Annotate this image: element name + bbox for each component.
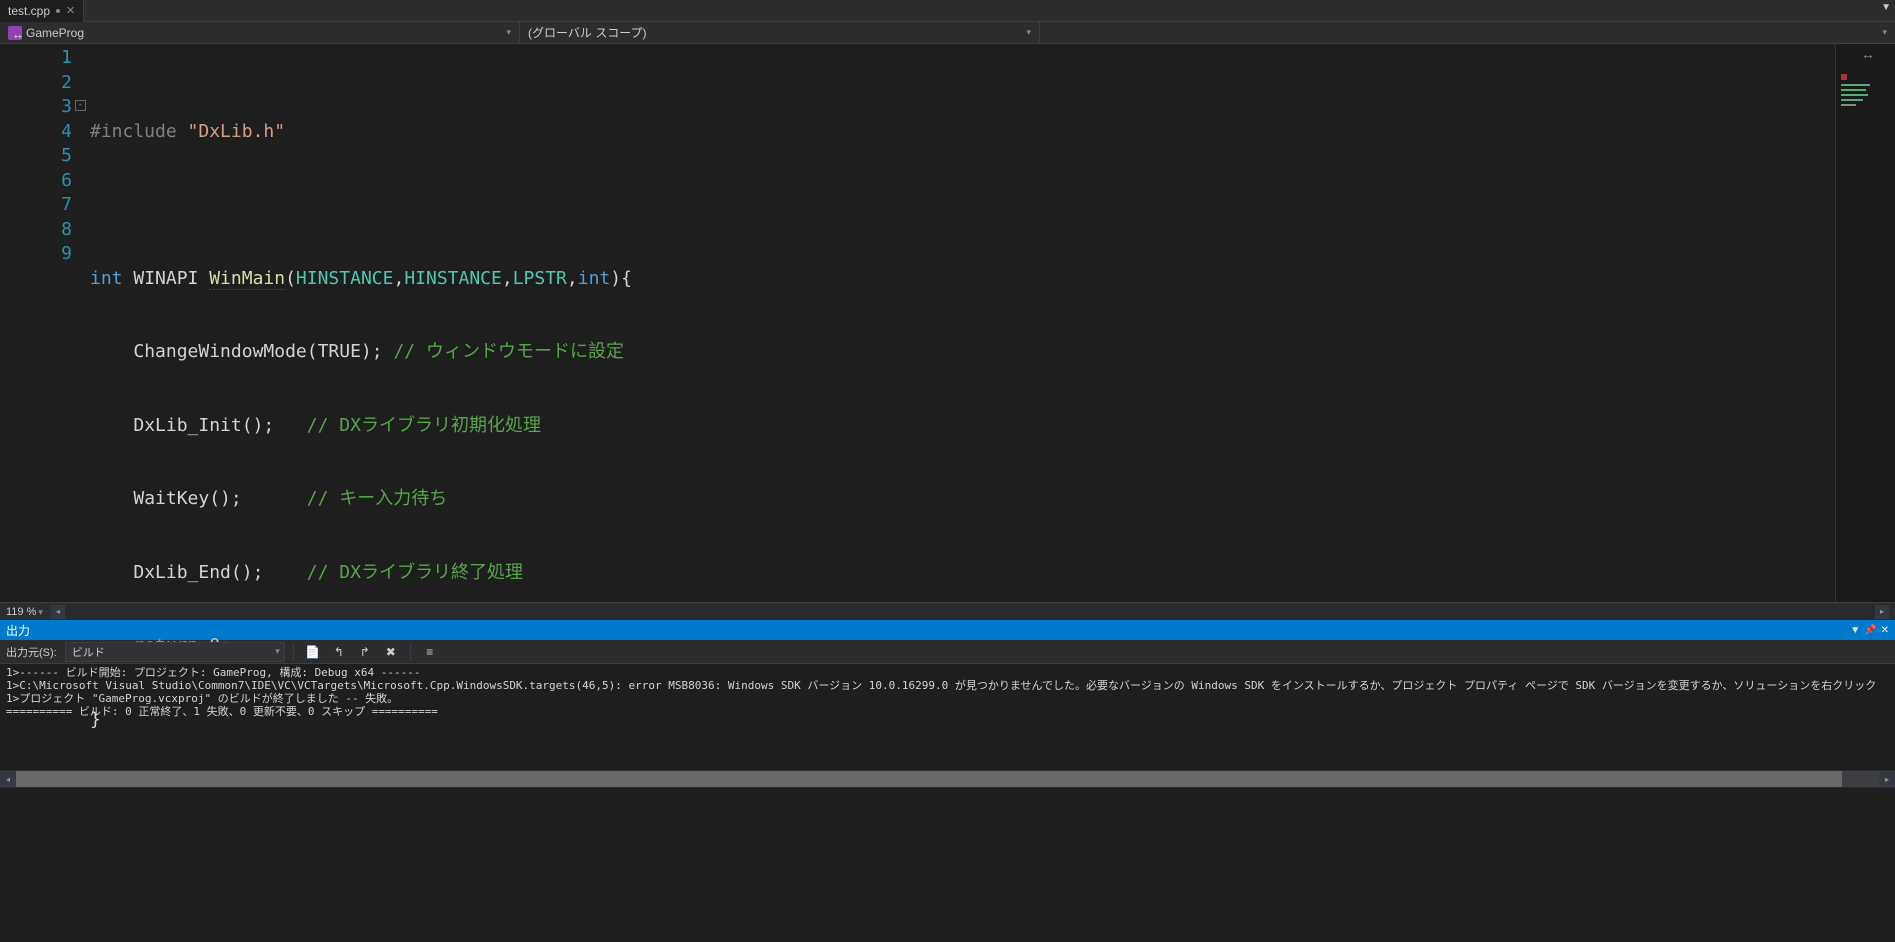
line-number: 1	[0, 46, 72, 71]
scroll-left-icon[interactable]: ◂	[51, 605, 65, 619]
file-tab-test-cpp[interactable]: test.cpp ✕	[0, 0, 84, 22]
scroll-thumb[interactable]	[16, 771, 1842, 787]
scroll-left-icon[interactable]: ◂	[0, 771, 16, 787]
tab-filename: test.cpp	[8, 4, 50, 18]
code-line: DxLib_End(); // DXライブラリ終了処理	[90, 561, 1835, 586]
scroll-track[interactable]	[16, 771, 1879, 787]
line-number: 4	[0, 120, 72, 145]
document-tab-bar: test.cpp ✕ ▼	[0, 0, 1895, 22]
line-number: 7	[0, 193, 72, 218]
code-line: ChangeWindowMode(TRUE); // ウィンドウモードに設定	[90, 340, 1835, 365]
fold-collapse-icon[interactable]: -	[75, 100, 86, 111]
code-line: }	[90, 708, 1835, 733]
scope-name: (グローバル スコープ)	[528, 24, 647, 41]
dropdown-icon[interactable]: ▼	[1850, 625, 1860, 636]
line-number: 6	[0, 169, 72, 194]
code-line	[90, 193, 1835, 218]
output-title-label: 出力	[6, 622, 30, 639]
line-number: 3	[0, 95, 72, 120]
output-source-label: 出力元(S):	[6, 644, 57, 660]
code-line: return 0;	[90, 634, 1835, 659]
line-number: 2	[0, 71, 72, 96]
chevron-down-icon: ▾	[1882, 27, 1887, 38]
close-icon[interactable]: ✕	[1881, 625, 1889, 636]
output-source-combo[interactable]: ビルド	[65, 642, 285, 662]
minimap[interactable]: ↔	[1835, 44, 1895, 602]
scroll-right-icon[interactable]: ▸	[1879, 771, 1895, 787]
chevron-down-icon: ▾	[1026, 27, 1031, 38]
scroll-right-icon[interactable]: ▸	[1875, 605, 1889, 619]
line-number: 5	[0, 144, 72, 169]
close-icon[interactable]: ✕	[66, 4, 75, 17]
split-icon[interactable]: ↔	[1861, 46, 1875, 62]
navigation-bar: GameProg ▾ (グローバル スコープ) ▾ ▾	[0, 22, 1895, 44]
scope-selector[interactable]: (グローバル スコープ) ▾	[520, 22, 1040, 43]
cpp-project-icon	[8, 26, 22, 40]
project-name: GameProg	[26, 26, 84, 40]
tab-dropdown-icon[interactable]: ▼	[1881, 2, 1891, 13]
output-scrollbar[interactable]: ◂ ▸	[0, 770, 1895, 788]
code-line: WaitKey(); // キー入力待ち	[90, 487, 1835, 512]
code-editor[interactable]: 1 2 3 4 5 6 7 8 9 - #include "DxLib.h" i…	[0, 44, 1895, 602]
member-selector[interactable]: ▾	[1040, 22, 1895, 43]
code-content[interactable]: - #include "DxLib.h" int WINAPI WinMain(…	[90, 44, 1835, 602]
project-selector[interactable]: GameProg ▾	[0, 22, 520, 43]
code-line: int WINAPI WinMain(HINSTANCE,HINSTANCE,L…	[90, 267, 1835, 292]
code-line: DxLib_Init(); // DXライブラリ初期化処理	[90, 414, 1835, 439]
pin-icon[interactable]: 📌	[1864, 625, 1876, 636]
line-number: 9	[0, 242, 72, 267]
minimap-preview	[1841, 74, 1890, 109]
fold-margin: -	[75, 44, 87, 118]
code-line: #include "DxLib.h"	[90, 120, 1835, 145]
zoom-level[interactable]: 119 %▾	[6, 606, 43, 618]
chevron-down-icon: ▾	[506, 27, 511, 38]
line-number-gutter: 1 2 3 4 5 6 7 8 9	[0, 44, 90, 602]
chevron-down-icon: ▾	[38, 607, 43, 617]
line-number: 8	[0, 218, 72, 243]
pin-icon[interactable]	[56, 9, 60, 13]
